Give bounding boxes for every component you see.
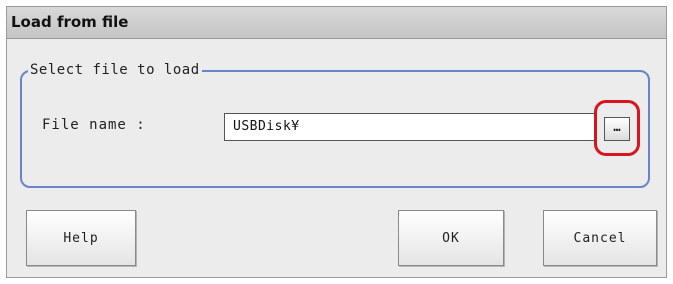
file-name-label: File name : (42, 117, 146, 133)
ok-button[interactable]: OK (398, 210, 504, 266)
browse-button[interactable]: … (604, 117, 630, 141)
cancel-button-label: Cancel (573, 230, 627, 246)
ok-button-label: OK (442, 230, 460, 246)
help-button-label: Help (63, 230, 99, 246)
ellipsis-icon: … (613, 120, 621, 134)
title-bar: Load from file (7, 7, 666, 39)
group-label: Select file to load (28, 62, 202, 78)
file-name-input[interactable]: USBDisk¥ (224, 113, 596, 141)
dialog-title: Load from file (11, 13, 129, 31)
cancel-button[interactable]: Cancel (543, 210, 657, 266)
help-button[interactable]: Help (26, 210, 136, 266)
